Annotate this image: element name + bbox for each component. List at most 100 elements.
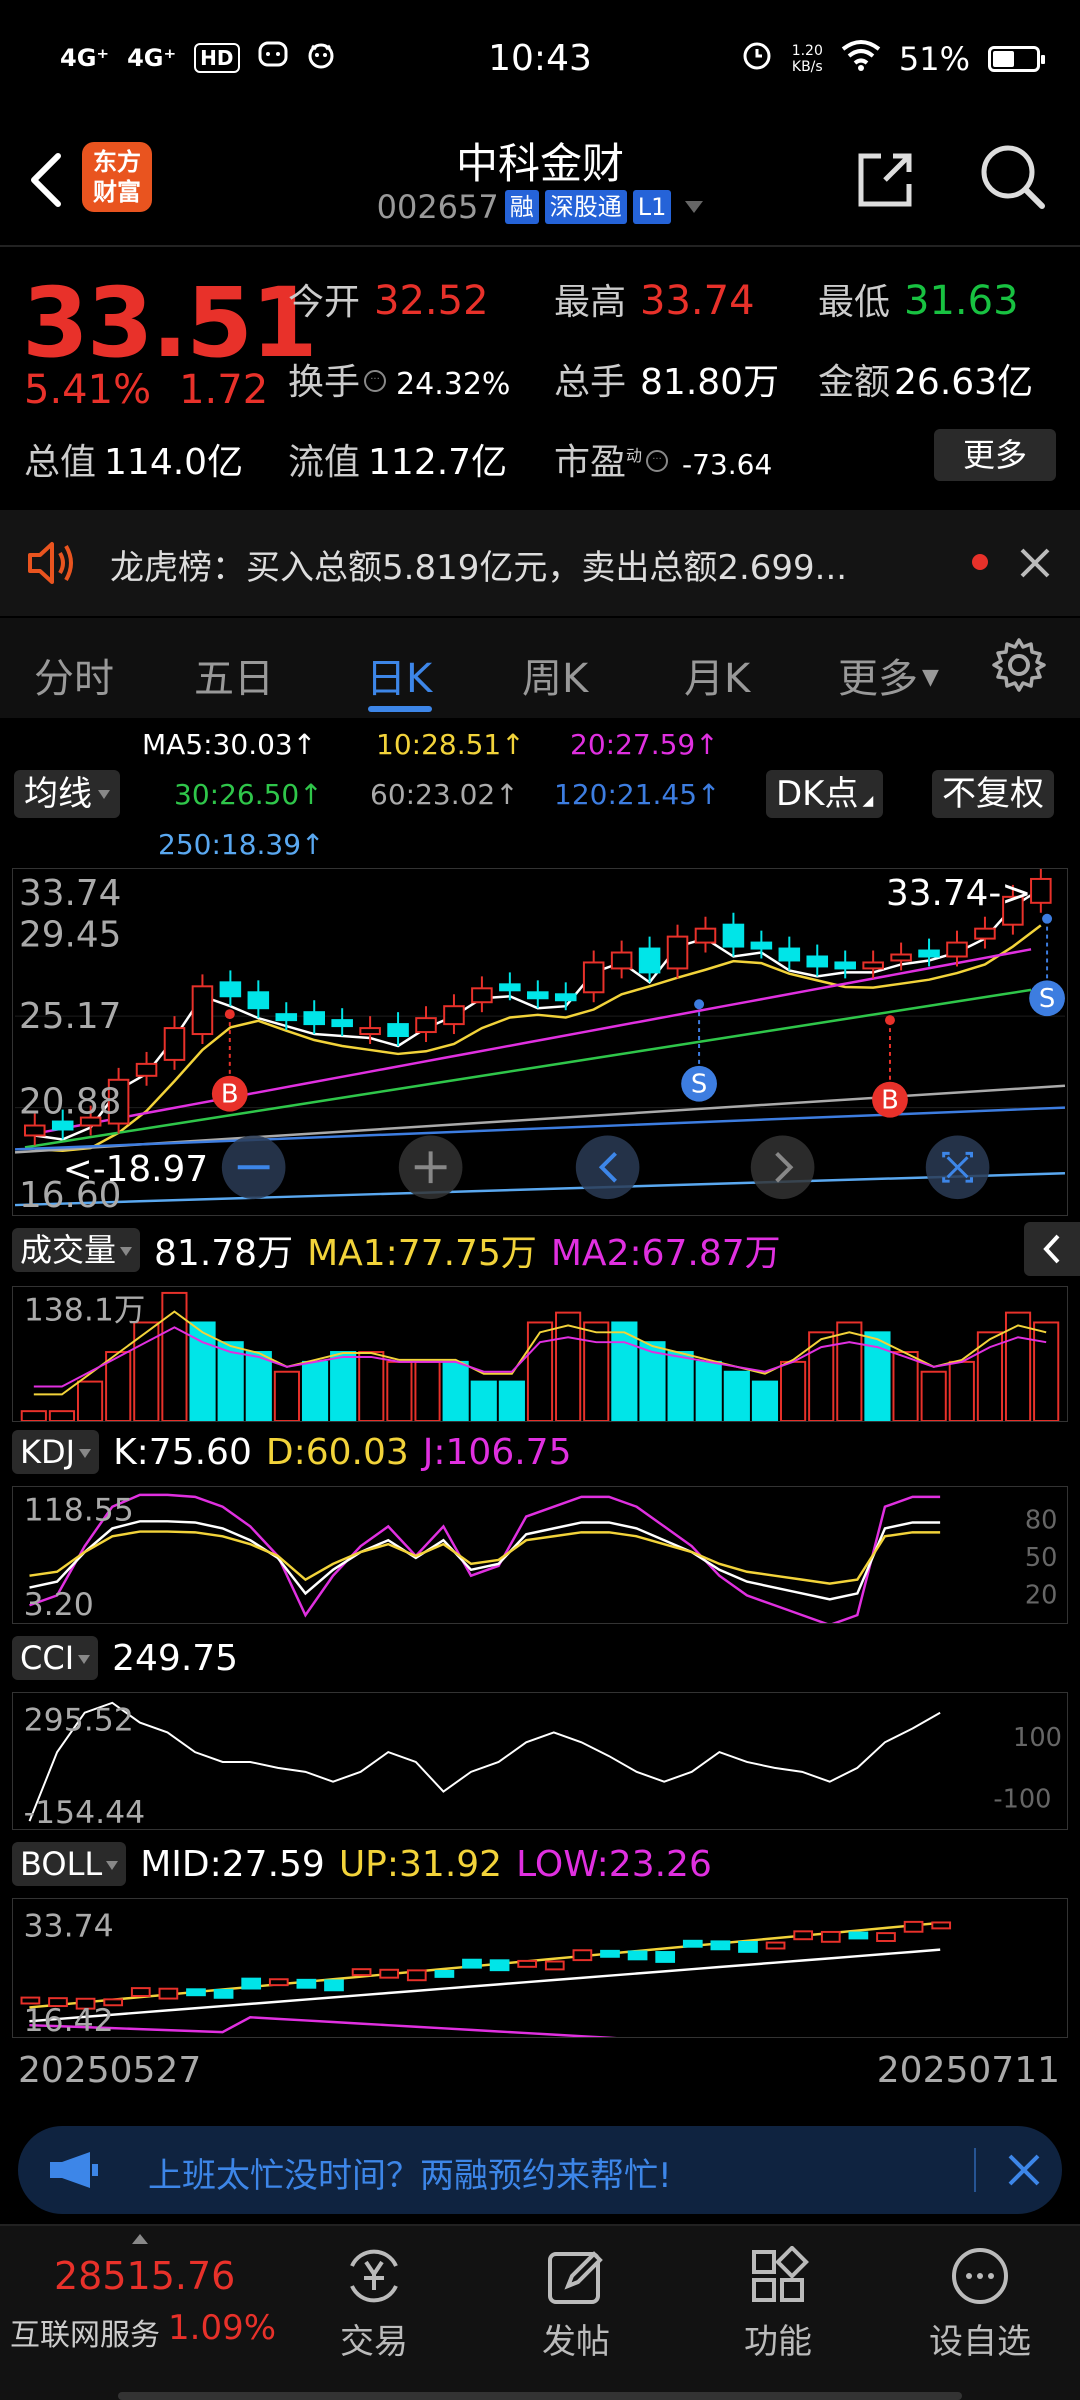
stock-code-row[interactable]: 002657 融 深股通 L1 bbox=[0, 188, 1080, 226]
battery-icon bbox=[988, 46, 1045, 72]
boll-low: LOW:23.26 bbox=[516, 1843, 712, 1885]
share-icon[interactable] bbox=[855, 148, 917, 210]
tab-daily-k[interactable]: 日K bbox=[366, 646, 432, 704]
notice-text: 龙虎榜：买入总额5.819亿元，卖出总额2.699... bbox=[110, 548, 848, 588]
ma20-label: 20:27.59↑ bbox=[570, 728, 719, 761]
volume-bar bbox=[948, 1360, 975, 1421]
boll-header: BOLL MID:27.59 UP:31.92 LOW:23.26 bbox=[12, 1842, 712, 1886]
volume-bar bbox=[892, 1351, 919, 1421]
candle bbox=[918, 949, 940, 958]
status-right: 1.20 KB/s 51% bbox=[740, 38, 1045, 80]
zoom-out-button[interactable] bbox=[221, 1135, 286, 1200]
info-icon[interactable]: ··· bbox=[364, 370, 387, 392]
cci-line bbox=[28, 1701, 941, 1822]
volume-bar bbox=[20, 1410, 47, 1421]
cci-indicator-select[interactable]: CCI bbox=[12, 1636, 99, 1680]
boll-candle bbox=[655, 1951, 676, 1963]
fullscreen-button[interactable] bbox=[925, 1135, 990, 1200]
boll-mid-line bbox=[29, 1948, 941, 2023]
boll-candle bbox=[848, 1931, 869, 1940]
scroll-right-button[interactable] bbox=[750, 1135, 815, 1200]
ma120-label: 120:21.45↑ bbox=[554, 778, 721, 811]
y-label-4: 20.88 bbox=[19, 1082, 121, 1123]
boll-indicator-select[interactable]: BOLL bbox=[12, 1842, 127, 1886]
sector-index-value[interactable]: 28515.76 bbox=[54, 2254, 235, 2298]
caret-up-icon bbox=[132, 2234, 148, 2244]
boll-chart[interactable]: 33.74 16.42 bbox=[12, 1898, 1068, 2038]
close-icon[interactable] bbox=[1006, 2152, 1042, 2188]
tab-weekly-k[interactable]: 周K bbox=[522, 646, 588, 704]
tab-monthly-k[interactable]: 月K bbox=[684, 646, 750, 704]
volume-value: 81.78万 bbox=[154, 1233, 294, 1274]
dk-points-button[interactable]: DK点 ◢ bbox=[766, 770, 884, 818]
tag-connect: 深股通 bbox=[544, 190, 627, 224]
net-speed: 1.20 KB/s bbox=[791, 43, 823, 75]
promo-banner[interactable]: 上班太忙没时间？两融预约来帮忙! bbox=[18, 2126, 1062, 2214]
cci-header: CCI 249.75 bbox=[12, 1636, 238, 1680]
volume-bar bbox=[1033, 1321, 1060, 1421]
boll-candle bbox=[324, 1979, 344, 1992]
info-icon[interactable]: ··· bbox=[646, 450, 669, 472]
volume-bar bbox=[442, 1360, 469, 1421]
signal-label: B bbox=[221, 1080, 239, 1110]
nav-functions[interactable]: 功能 bbox=[718, 2246, 838, 2363]
volume-bar bbox=[301, 1360, 329, 1421]
volume-bar bbox=[498, 1380, 525, 1421]
boll-up: UP:31.92 bbox=[338, 1843, 503, 1885]
volume-chart[interactable]: 138.1万 bbox=[12, 1286, 1068, 1422]
candle bbox=[638, 947, 661, 974]
tab-more[interactable]: 更多 ▼ bbox=[838, 646, 939, 704]
collapse-panel-button[interactable] bbox=[1024, 1222, 1080, 1276]
volume-ma1: MA1:77.75万 bbox=[307, 1233, 537, 1274]
adjust-button[interactable]: 不复权 bbox=[932, 770, 1054, 818]
chevron-down-icon bbox=[685, 201, 704, 213]
start-date: 20250527 bbox=[18, 2050, 202, 2091]
candle bbox=[862, 961, 884, 970]
end-date: 20250711 bbox=[876, 2050, 1060, 2091]
sector-name[interactable]: 互联网服务 bbox=[10, 2310, 160, 2354]
notice-bar[interactable]: 龙虎榜：买入总额5.819亿元，卖出总额2.699... bbox=[0, 510, 1080, 616]
candle bbox=[443, 1005, 465, 1026]
volume-ma2: MA2:67.87万 bbox=[550, 1233, 781, 1274]
tab-intraday[interactable]: 分时 bbox=[34, 646, 114, 704]
ma5-label: MA5:30.03↑ bbox=[142, 728, 317, 761]
gear-icon[interactable] bbox=[990, 636, 1048, 694]
candle bbox=[51, 1120, 74, 1131]
candle bbox=[387, 1023, 409, 1038]
kdj-indicator-select[interactable]: KDJ bbox=[12, 1430, 100, 1474]
more-button[interactable]: 更多 bbox=[934, 429, 1056, 481]
bottom-nav: 28515.76 互联网服务 1.09% 交易 发帖 功能 设自选 bbox=[0, 2224, 1080, 2400]
boll-candle bbox=[931, 1921, 952, 1930]
kdj-chart[interactable]: 118.55 3.20 80 50 20 bbox=[12, 1486, 1068, 1624]
amount-field: 金额 26.63亿 bbox=[818, 362, 1034, 403]
scroll-left-button[interactable] bbox=[575, 1135, 640, 1200]
candle bbox=[415, 1017, 437, 1034]
cci-y-top: 295.52 bbox=[24, 1702, 134, 1738]
boll-candle bbox=[710, 1940, 731, 1951]
nav-post[interactable]: 发帖 bbox=[516, 2246, 636, 2363]
boll-candle bbox=[489, 1959, 510, 1972]
candle bbox=[946, 941, 968, 958]
alarm-icon bbox=[740, 38, 774, 80]
ma-toggle-button[interactable]: 均线 bbox=[14, 770, 120, 818]
candle bbox=[191, 985, 214, 1036]
nav-trade[interactable]: 交易 bbox=[314, 2246, 434, 2363]
nav-add-watchlist[interactable]: 设自选 bbox=[920, 2246, 1040, 2363]
volume-bar bbox=[414, 1360, 441, 1421]
candle bbox=[359, 1027, 381, 1036]
zoom-in-button[interactable] bbox=[398, 1135, 463, 1200]
search-icon[interactable] bbox=[978, 142, 1046, 210]
boll-candle bbox=[765, 1941, 786, 1950]
signal-label: S bbox=[691, 1070, 707, 1100]
candle bbox=[23, 1124, 46, 1137]
close-icon[interactable] bbox=[1018, 546, 1052, 580]
boll-candle bbox=[379, 1968, 400, 1979]
candle bbox=[974, 927, 996, 940]
kline-chart[interactable]: B SBS 33.74 29.45 25.17 20.88 16.60 33.74… bbox=[12, 868, 1068, 1216]
volume-indicator-select[interactable]: 成交量 bbox=[12, 1228, 141, 1272]
tab-5day[interactable]: 五日 bbox=[194, 646, 274, 704]
chevron-left-icon bbox=[1043, 1234, 1060, 1264]
cci-chart[interactable]: 295.52 -154.44 100 -100 bbox=[12, 1692, 1068, 1830]
volume-bar bbox=[723, 1370, 750, 1421]
kdj-d: D:60.03 bbox=[265, 1431, 409, 1473]
